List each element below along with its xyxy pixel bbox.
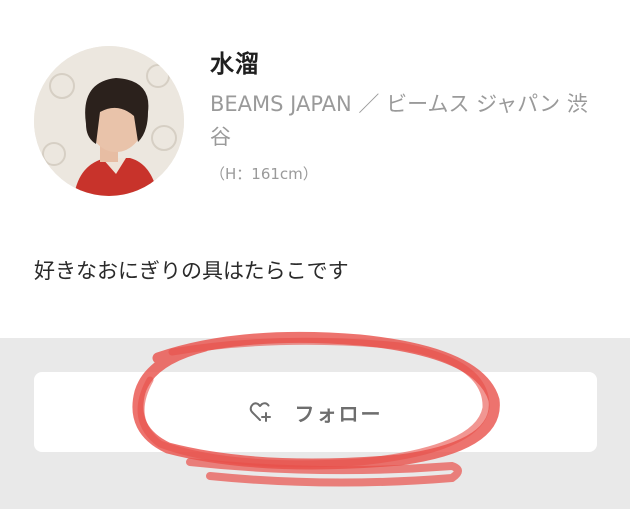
profile-card: 水溜 BEAMS JAPAN ／ ビームス ジャパン 渋谷 （H：161cm） …: [0, 0, 630, 338]
avatar[interactable]: [34, 46, 184, 196]
staff-name: 水溜: [210, 50, 260, 78]
follow-section: フォロー: [0, 338, 630, 509]
staff-bio: 好きなおにぎりの具はたらこです: [34, 259, 349, 283]
staff-profile-page: 水溜 BEAMS JAPAN ／ ビームス ジャパン 渋谷 （H：161cm） …: [0, 0, 630, 509]
heart-plus-icon: [249, 400, 275, 424]
follow-label: フォロー: [294, 401, 383, 426]
shop-link[interactable]: BEAMS JAPAN ／ ビームス ジャパン 渋谷: [210, 88, 595, 154]
follow-button[interactable]: フォロー: [34, 372, 597, 452]
avatar-photo: [34, 46, 184, 196]
staff-height: （H：161cm）: [210, 165, 318, 183]
